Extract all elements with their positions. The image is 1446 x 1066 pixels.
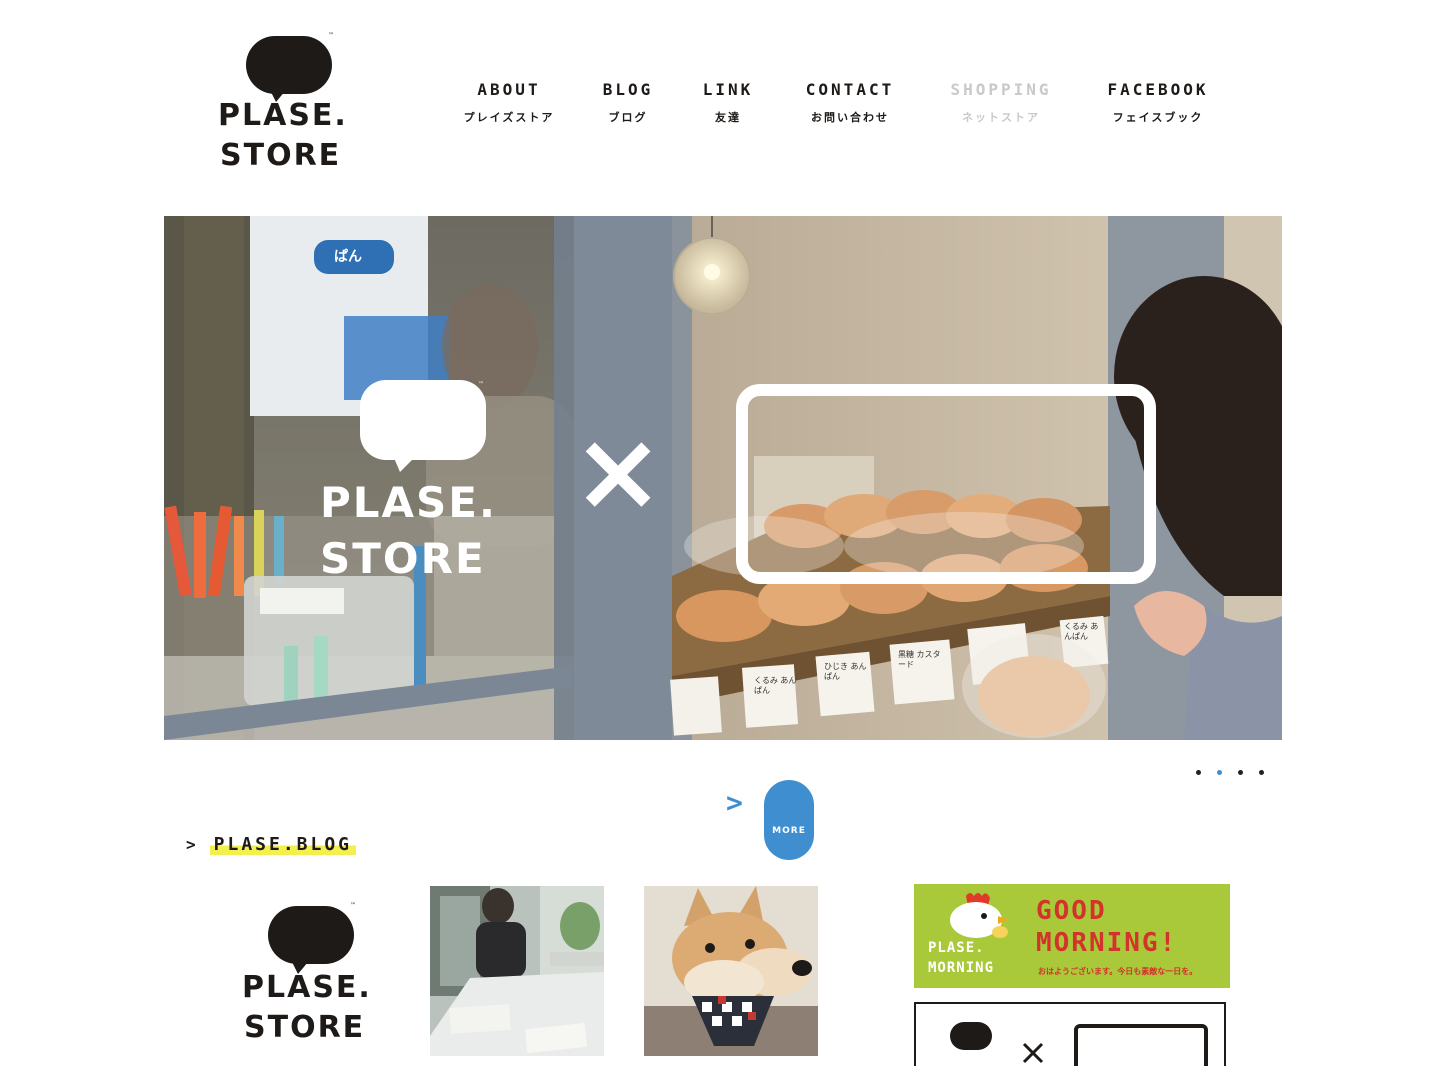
hero-card-2: ひじき あんぱん — [824, 662, 867, 682]
nav-contact-sublabel: お問い合わせ — [811, 111, 889, 124]
blog-title-arrow: > — [186, 835, 196, 854]
blog-thumb-interior[interactable] — [430, 886, 604, 1056]
nav-blog-label: BLOG — [602, 80, 654, 99]
banner-subtext: おはようございます。今日も素敵な一日を。 — [1038, 967, 1198, 976]
collab-banner[interactable] — [914, 1002, 1226, 1066]
collab-banner-cross-icon — [1022, 1042, 1044, 1064]
collab-banner-frame — [1074, 1024, 1208, 1066]
slider-dot-1[interactable] — [1196, 770, 1201, 775]
nav-facebook-sublabel: フェイスブック — [1112, 111, 1204, 124]
nav-about-sublabel: プレイズストア — [463, 111, 555, 124]
slider-dot-4[interactable] — [1259, 770, 1264, 775]
banner-headline-line2: MORNING! — [1036, 928, 1178, 958]
more-arrow: > — [726, 786, 743, 819]
nav-link-sublabel: 友達 — [715, 111, 741, 124]
good-morning-banner[interactable]: PLASE. MORNING GOOD MORNING! おはようございます。今… — [914, 884, 1230, 988]
svg-text:™: ™ — [478, 381, 484, 388]
hero-card-4: くるみ あんぱん — [1064, 622, 1099, 642]
nav-contact-label: CONTACT — [805, 80, 895, 99]
slider-dot-2[interactable] — [1217, 770, 1222, 775]
nav-link-label: LINK — [702, 80, 754, 99]
hero-logo-line2: STORE — [320, 534, 486, 583]
hero-sign-text: ぱん — [334, 249, 362, 265]
logo-trademark: ™ — [328, 32, 334, 39]
site-logo[interactable]: ™ PLASE. STORE — [218, 32, 358, 173]
thumb-logo-line1: PLASE. — [242, 970, 372, 1005]
banner-headline-line1: GOOD — [1036, 896, 1107, 926]
chicken-icon — [950, 893, 1008, 938]
nav-shopping-label: SHOPPING — [950, 80, 1052, 99]
more-button[interactable]: > MORE — [726, 780, 818, 862]
nav-blog-sublabel: ブログ — [608, 111, 648, 124]
thumb-logo-line2: STORE — [244, 1010, 366, 1045]
logo-speech-bubble-icon — [246, 36, 332, 94]
blog-section-title[interactable]: > PLASE.BLOG — [186, 834, 357, 855]
more-bubble-icon — [764, 780, 814, 860]
slider-pagination — [1196, 770, 1264, 775]
logo-text-line2: STORE — [220, 138, 342, 173]
nav-facebook[interactable]: FACEBOOK フェイスブック — [1096, 80, 1220, 125]
nav-about-label: ABOUT — [477, 80, 541, 99]
nav-contact[interactable]: CONTACT お問い合わせ — [796, 80, 904, 125]
hero-logo-bubble-icon: ™ — [360, 380, 486, 472]
nav-shopping-sublabel: ネットストア — [962, 111, 1040, 124]
thumb-dog-photo — [644, 886, 818, 1056]
thumb-logo-trademark: ™ — [350, 902, 356, 909]
blog-thumb-logo[interactable]: ™ PLASE. STORE — [216, 886, 390, 1056]
collab-banner-bubble-icon — [950, 1022, 992, 1050]
nav-blog[interactable]: BLOG ブログ — [590, 80, 666, 125]
nav-facebook-label: FACEBOOK — [1107, 80, 1209, 99]
hero-card-3: 黒糖 カスタード — [898, 650, 941, 670]
thumb-logo-bubble-icon — [268, 906, 354, 964]
nav-shopping[interactable]: SHOPPING ネットストア — [940, 80, 1062, 125]
hero-logo-line1: PLASE. — [320, 478, 497, 527]
blog-thumb-dog[interactable] — [644, 886, 818, 1056]
hero-cross-symbol: × — [572, 407, 665, 535]
nav-link[interactable]: LINK 友達 — [692, 80, 764, 125]
hero-card-1: くるみ あんぱん — [754, 676, 797, 696]
slider-dot-3[interactable] — [1238, 770, 1243, 775]
hero-collab-frame — [736, 384, 1156, 584]
thumb-interior-photo — [430, 886, 604, 1056]
banner-brand-line1: PLASE. — [928, 940, 985, 956]
banner-brand-line2: MORNING — [928, 960, 995, 976]
hero-slide-image[interactable]: ™ PLASE. STORE × ぱん くるみ あんぱん ひじき あんぱん 黒糖… — [164, 216, 1282, 740]
nav-about[interactable]: ABOUT プレイズストア — [455, 80, 563, 125]
blog-title-text: PLASE.BLOG — [209, 834, 357, 855]
logo-text-line1: PLASE. — [218, 98, 348, 133]
more-label: MORE — [772, 826, 806, 836]
